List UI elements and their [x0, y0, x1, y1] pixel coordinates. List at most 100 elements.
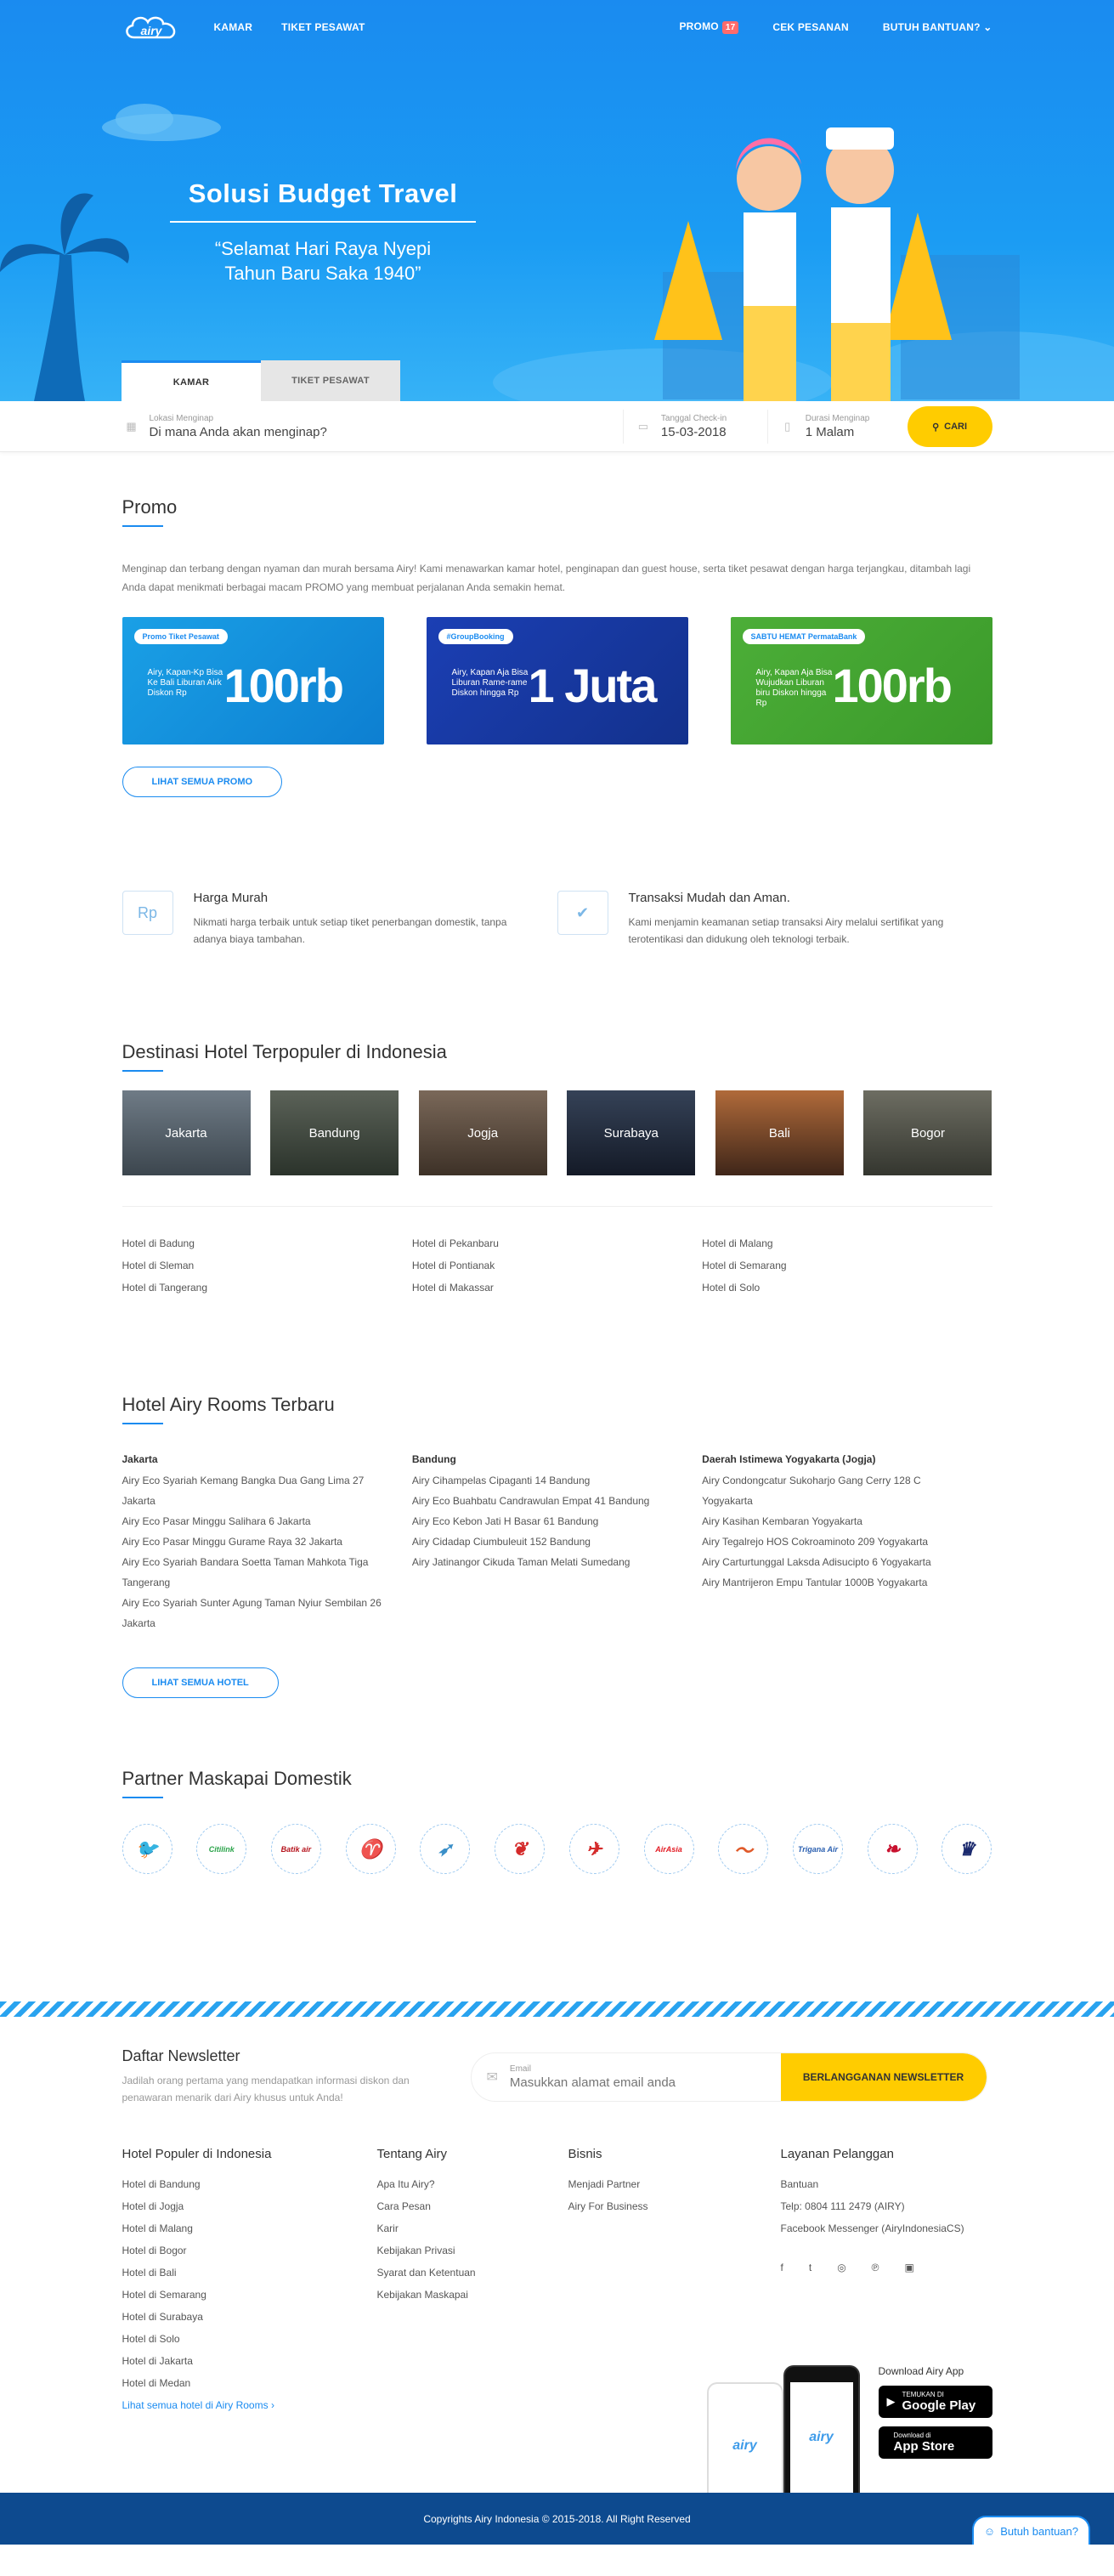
promo-cards: Promo Tiket Pesawat Airy, Kapan-Kp Bisa … [122, 617, 992, 744]
twitter-icon[interactable]: t [809, 2256, 811, 2279]
lihat-semua-promo-button[interactable]: LIHAT SEMUA PROMO [122, 767, 283, 797]
destination-bogor[interactable]: Bogor [863, 1090, 992, 1175]
footer-col-title: Hotel Populer di Indonesia [122, 2147, 272, 2161]
footer-link[interactable]: Bantuan [781, 2173, 992, 2195]
hotel-city-links: Hotel di Badung Hotel di Sleman Hotel di… [122, 1232, 992, 1299]
footer-link[interactable]: Kebijakan Privasi [377, 2239, 568, 2262]
room-link[interactable]: Airy Eco Pasar Minggu Gurame Raya 32 Jak… [122, 1531, 393, 1552]
destination-bandung[interactable]: Bandung [270, 1090, 399, 1175]
blog-icon[interactable]: ▣ [905, 2256, 914, 2279]
rooms-column-jogja: Daerah Istimewa Yogyakarta (Jogja) Airy … [702, 1453, 992, 1633]
destination-surabaya[interactable]: Surabaya [567, 1090, 696, 1175]
feature-title: Harga Murah [193, 891, 269, 905]
duration-label: Durasi Menginap [805, 414, 870, 423]
location-field[interactable]: ▦ Lokasi Menginap Di mana Anda akan meng… [122, 414, 623, 439]
room-link[interactable]: Airy Carturtunggal Laksda Adisucipto 6 Y… [702, 1552, 973, 1572]
room-link[interactable]: Airy Eco Pasar Minggu Salihara 6 Jakarta [122, 1511, 393, 1531]
destination-jakarta[interactable]: Jakarta [122, 1090, 251, 1175]
hero-divider [170, 221, 476, 223]
promo-count-badge: 17 [721, 21, 739, 34]
airline-logo-mark: 〜 [733, 1839, 753, 1861]
hotel-city-link[interactable]: Hotel di Solo [702, 1277, 992, 1299]
footer-link[interactable]: Hotel di Bandung [122, 2173, 377, 2195]
hotel-city-link[interactable]: Hotel di Malang [702, 1232, 992, 1254]
hotel-city-link[interactable]: Hotel di Semarang [702, 1254, 992, 1277]
room-link[interactable]: Airy Mantrijeron Empu Tantular 1000B Yog… [702, 1572, 973, 1593]
promo-card-2[interactable]: #GroupBooking Airy, Kapan Aja Bisa Libur… [426, 617, 688, 744]
lihat-semua-hotel-button[interactable]: LIHAT SEMUA HOTEL [122, 1667, 279, 1698]
room-link[interactable]: Airy Eco Syariah Bandara Soetta Taman Ma… [122, 1552, 393, 1593]
room-link[interactable]: Airy Jatinangor Cikuda Taman Melati Sume… [412, 1552, 683, 1572]
hotel-city-link[interactable]: Hotel di Sleman [122, 1254, 412, 1277]
location-input[interactable]: Di mana Anda akan menginap? [150, 425, 327, 439]
facebook-icon[interactable]: f [781, 2256, 783, 2279]
footer-link[interactable]: Hotel di Malang [122, 2217, 377, 2239]
nav-cek-pesanan[interactable]: CEK PESANAN [772, 21, 849, 33]
hero-subtitle-1: “Selamat Hari Raya Nyepi [214, 238, 432, 259]
tab-tiket-pesawat[interactable]: TIKET PESAWAT [261, 360, 400, 401]
airline-logo-mark: ♈ [359, 1837, 382, 1860]
google-play-label: Google Play [902, 2398, 976, 2413]
airline-logo-mark: 🐦 [135, 1837, 159, 1860]
newsletter-text: Jadilah orang pertama yang mendapatkan i… [122, 2075, 410, 2103]
room-link[interactable]: Airy Cihampelas Cipaganti 14 Bandung [412, 1470, 683, 1491]
room-link[interactable]: Airy Eco Syariah Kemang Bangka Dua Gang … [122, 1470, 393, 1511]
footer-link[interactable]: Hotel di Bogor [122, 2239, 377, 2262]
room-link[interactable]: Airy Cidadap Ciumbuleuit 152 Bandung [412, 1531, 683, 1552]
garuda-bird-icon: 🐦 [122, 1824, 172, 1874]
room-link[interactable]: Airy Eco Kebon Jati H Basar 61 Bandung [412, 1511, 683, 1531]
link-column: Hotel di Pekanbaru Hotel di Pontianak Ho… [412, 1232, 702, 1299]
duration-field[interactable]: ▯ Durasi Menginap 1 Malam [766, 410, 908, 444]
checkin-field[interactable]: ▭ Tanggal Check-in 15-03-2018 [622, 410, 767, 444]
promo-card-tag: #GroupBooking [438, 629, 513, 644]
phone-number: Telp: 0804 111 2479 (AIRY) [780, 2200, 905, 2212]
subscribe-button[interactable]: BERLANGGANAN NEWSLETTER [780, 2052, 987, 2101]
hotel-city-link[interactable]: Hotel di Makassar [412, 1277, 702, 1299]
footer-link[interactable]: Hotel di Bali [122, 2262, 377, 2284]
promo-card-3[interactable]: SABTU HEMAT PermataBank Airy, Kapan Aja … [730, 617, 992, 744]
hotel-city-link[interactable]: Hotel di Badung [122, 1232, 412, 1254]
app-store-button[interactable]: Download di App Store [878, 2426, 992, 2459]
tab-kamar[interactable]: KAMAR [122, 360, 261, 401]
promo-card-text: Airy, Kapan Aja Bisa Wujudkan Liburan bi… [755, 668, 833, 708]
cari-button[interactable]: ⚲ CARI [907, 406, 992, 447]
footer-link[interactable]: Hotel di Semarang [122, 2284, 377, 2306]
footer-link[interactable]: Hotel di Jogja [122, 2195, 377, 2217]
room-link[interactable]: Airy Eco Syariah Sunter Agung Taman Nyiu… [122, 1593, 393, 1633]
instagram-icon[interactable]: ◎ [837, 2256, 845, 2279]
airy-logo[interactable]: airy [122, 10, 182, 44]
nav-tiket-pesawat[interactable]: TIKET PESAWAT [281, 21, 365, 33]
footer-link[interactable]: Facebook Messenger (AiryIndonesiaCS) [781, 2217, 992, 2239]
airline-logo-mark: ❧ [884, 1837, 901, 1860]
room-link[interactable]: Airy Kasihan Kembaran Yogyakarta [702, 1511, 973, 1531]
pinterest-icon[interactable]: ℗ [872, 2256, 879, 2279]
help-chat-button[interactable]: ☺ Butuh bantuan? [971, 2516, 1090, 2545]
hotel-city-link[interactable]: Hotel di Pekanbaru [412, 1232, 702, 1254]
hotel-city-link[interactable]: Hotel di Tangerang [122, 1277, 412, 1299]
night-icon: ▯ [784, 420, 791, 433]
footer-link[interactable]: Cara Pesan [377, 2195, 568, 2217]
footer-link[interactable]: Menjadi Partner [568, 2173, 781, 2195]
room-link[interactable]: Airy Condongcatur Sukoharjo Gang Cerry 1… [702, 1470, 973, 1511]
room-link[interactable]: Airy Eco Buahbatu Candrawulan Empat 41 B… [412, 1491, 683, 1511]
room-link[interactable]: Airy Tegalrejo HOS Cokroaminoto 209 Yogy… [702, 1531, 973, 1552]
nav-kamar[interactable]: KAMAR [214, 21, 253, 33]
logo-text: airy [140, 24, 162, 37]
promo-card-1[interactable]: Promo Tiket Pesawat Airy, Kapan-Kp Bisa … [122, 617, 384, 744]
footer-link[interactable]: Apa Itu Airy? [377, 2173, 568, 2195]
email-field[interactable] [509, 2075, 765, 2090]
nav-promo[interactable]: PROMO 17 [679, 20, 739, 34]
destination-bali[interactable]: Bali [715, 1090, 844, 1175]
sriwijaya-icon: ♈ [345, 1824, 396, 1874]
footer-link[interactable]: Karir [377, 2217, 568, 2239]
secondary-nav: PROMO 17 CEK PESANAN BUTUH BANTUAN? ⌄ [679, 20, 992, 34]
footer-link[interactable]: Syarat dan Ketentuan [377, 2262, 568, 2284]
footer-link[interactable]: Airy For Business [568, 2195, 781, 2217]
footer-link[interactable]: Kebijakan Maskapai [377, 2284, 568, 2306]
duration-value[interactable]: 1 Malam [806, 425, 870, 439]
hotel-city-link[interactable]: Hotel di Pontianak [412, 1254, 702, 1277]
checkin-value[interactable]: 15-03-2018 [661, 425, 727, 439]
google-play-button[interactable]: ▶ TEMUKAN DI Google Play [878, 2386, 992, 2418]
nav-bantuan[interactable]: BUTUH BANTUAN? ⌄ [883, 21, 992, 33]
destination-jogja[interactable]: Jogja [418, 1090, 547, 1175]
